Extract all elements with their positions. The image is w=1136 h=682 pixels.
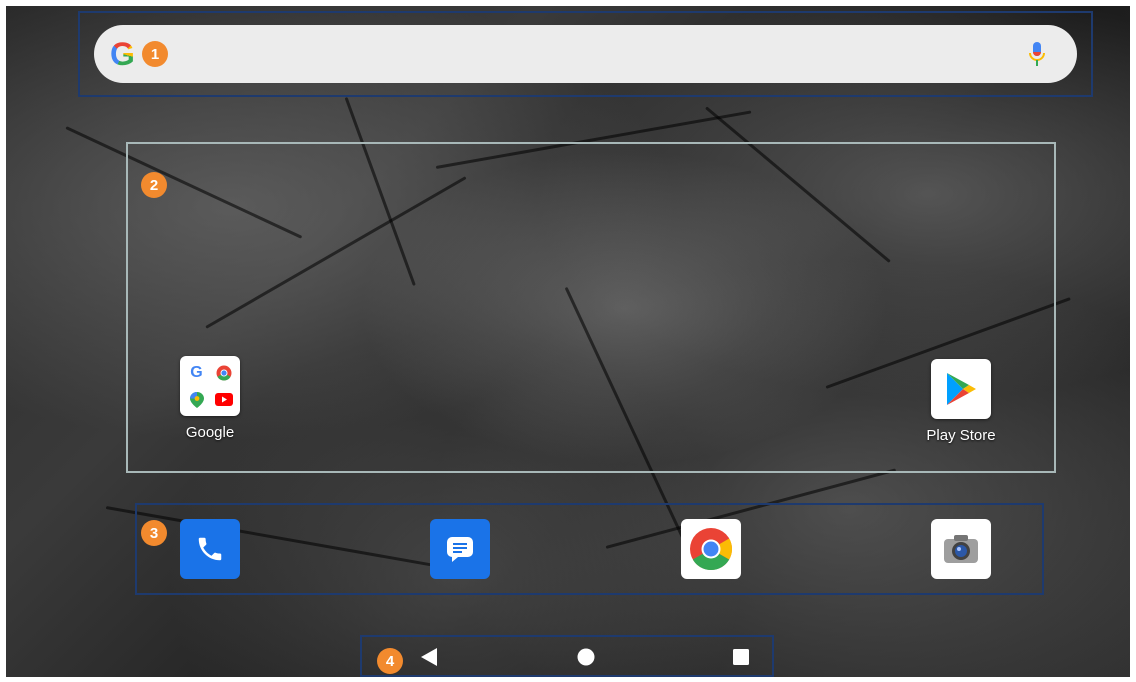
google-folder-icon: G	[180, 356, 240, 416]
app-label: Play Store	[926, 427, 996, 444]
maps-icon	[184, 387, 209, 412]
recents-icon[interactable]	[732, 648, 750, 666]
camera-icon[interactable]	[931, 519, 991, 579]
app-label: Google	[185, 424, 235, 441]
annotation-badge: 4	[377, 648, 403, 674]
youtube-icon	[211, 387, 236, 412]
annotation-badge: 3	[141, 520, 167, 546]
annotation-badge: 2	[141, 172, 167, 198]
home-screen: G 1 2 G Google Play Store 3 4	[6, 6, 1130, 677]
phone-icon[interactable]	[180, 519, 240, 579]
play-store-icon	[931, 359, 991, 419]
chrome-icon	[211, 360, 236, 385]
google-icon: G	[190, 363, 203, 381]
annotation-badge: 1	[142, 41, 168, 67]
back-icon[interactable]	[419, 647, 439, 667]
google-logo-icon: G	[110, 36, 135, 72]
chrome-icon[interactable]	[681, 519, 741, 579]
google-folder[interactable]: G Google	[150, 356, 270, 441]
mic-icon[interactable]	[1025, 40, 1049, 68]
home-icon[interactable]	[576, 647, 596, 667]
messages-icon[interactable]	[430, 519, 490, 579]
play-store-app[interactable]: Play Store	[901, 359, 1021, 444]
annotation-box-dock	[135, 503, 1044, 595]
google-search-bar[interactable]: G	[94, 25, 1077, 83]
